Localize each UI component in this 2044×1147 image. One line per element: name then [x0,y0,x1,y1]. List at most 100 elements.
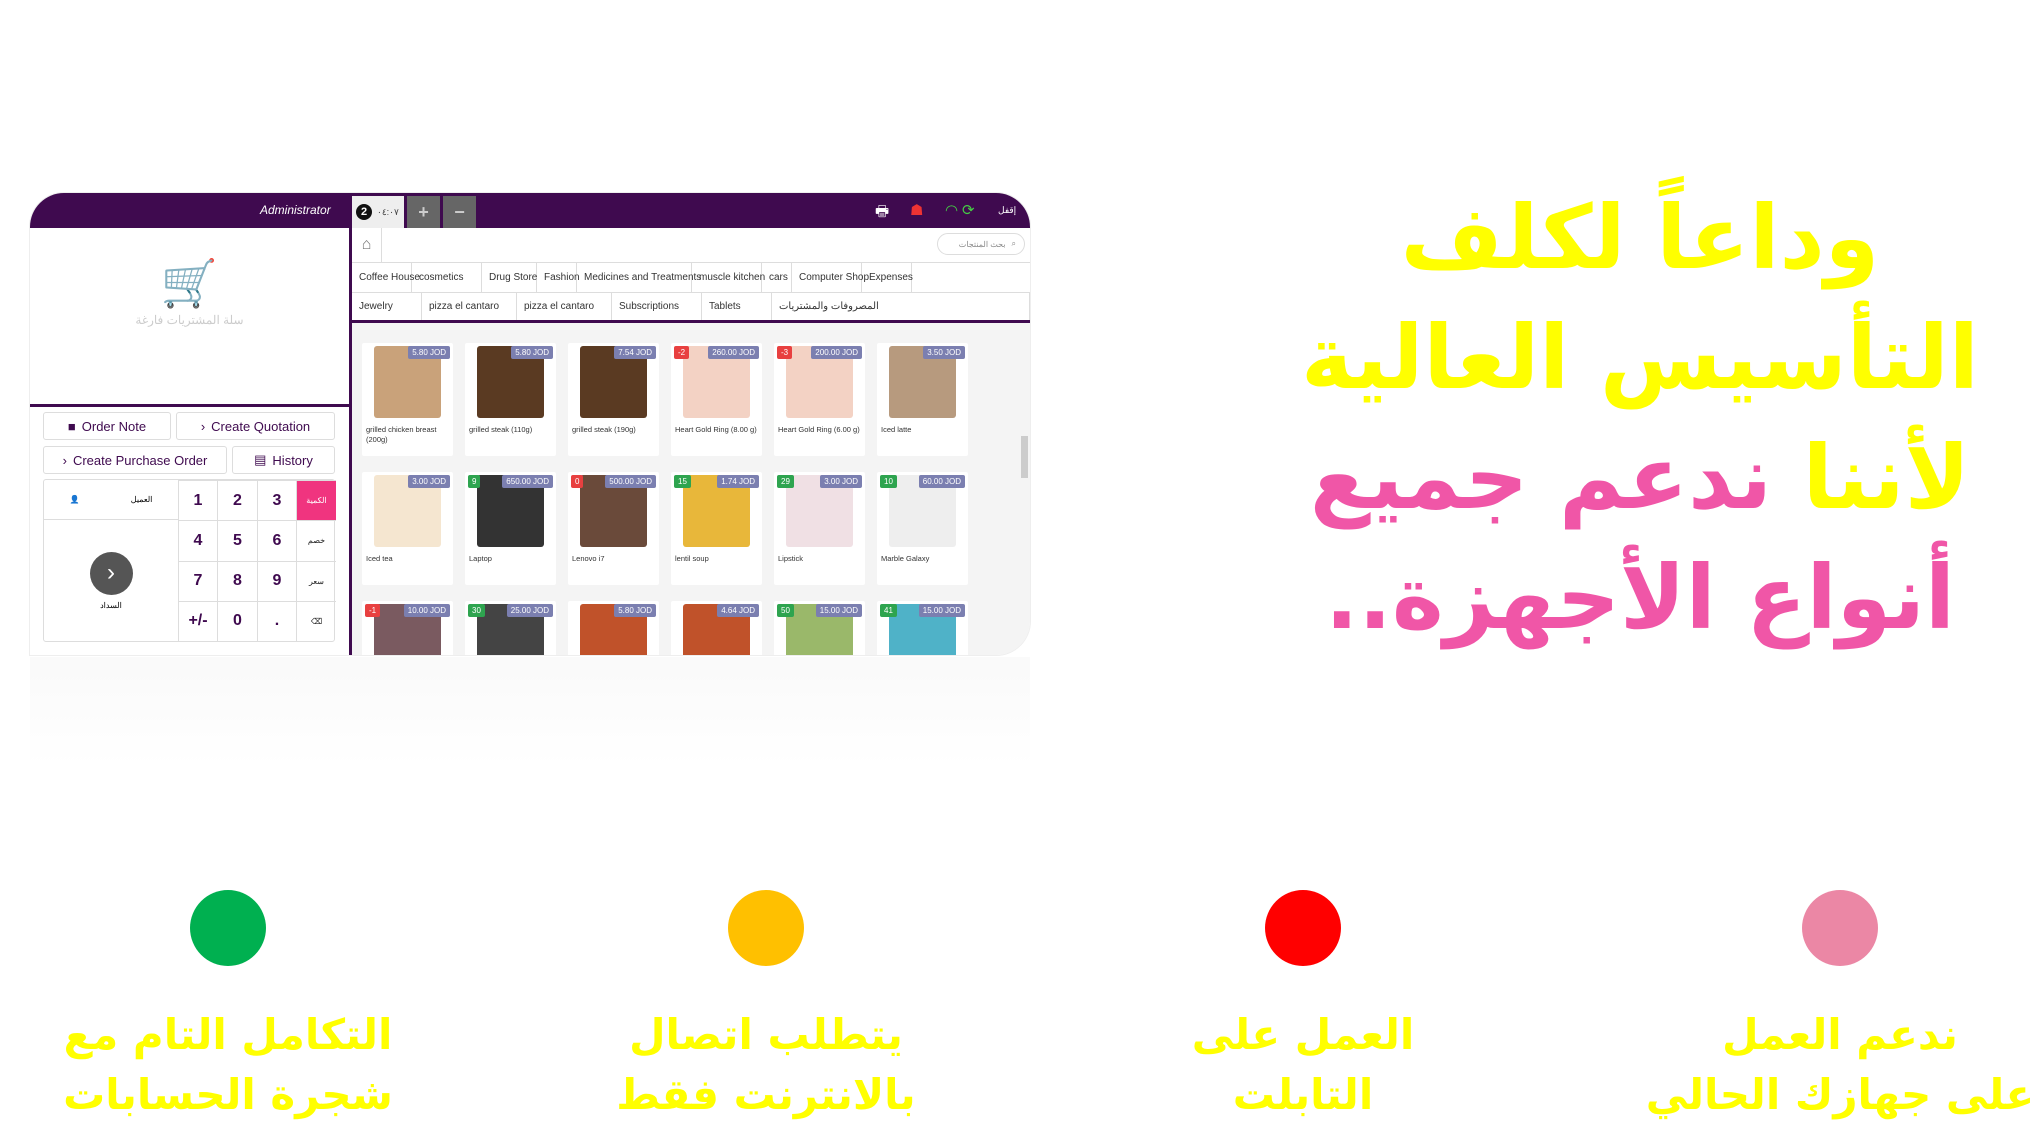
key-2[interactable]: 3 [257,480,296,521]
category-tab[interactable]: المصروفات والمشتريات [772,293,1030,320]
home-icon[interactable]: ⌂ [352,228,382,262]
stock-badge: -2 [674,346,690,359]
price-badge: 500.00 JOD [605,475,656,488]
category-tab[interactable]: pizza el cantaro [422,293,517,320]
stock-badge: -3 [777,346,793,359]
headline-line-4: أنواع الأجهزة.. [1324,546,1956,649]
key-9[interactable]: 8 [217,560,257,601]
product-card[interactable]: 15.00 JOD50Natural and Organic [774,601,865,655]
key-5[interactable]: 5 [217,520,257,561]
key-8[interactable]: 7 [178,560,217,601]
product-card[interactable]: 3.50 JOD Iced latte [877,343,968,456]
price-badge: 5.80 JOD [408,346,450,359]
key-15[interactable]: ⌫ [296,600,336,641]
add-order-button[interactable]: + [407,196,440,228]
category-tab[interactable]: pizza el cantaro [517,293,612,320]
product-card[interactable]: 10.00 JOD-1Mascara [362,601,453,655]
category-tab[interactable]: cars [762,263,792,292]
printer-icon[interactable]: 🖶 [875,201,889,226]
category-tab[interactable]: Coffee House [352,263,420,292]
create-purchase-order-button[interactable]: › Create Purchase Order [43,446,227,474]
key-10[interactable]: 9 [257,560,296,601]
create-quotation-button[interactable]: › Create Quotation [176,412,335,440]
scrollbar-thumb[interactable] [1021,436,1028,478]
feature-text: يتطلب اتصال بالانترنت فقط [506,1005,1026,1125]
key-3[interactable]: الكمية [296,480,336,521]
product-name: Lipstick [778,554,804,563]
product-card[interactable]: 500.00 JOD 0 Lenovo i7 [568,472,659,585]
stock-badge: 30 [468,604,485,617]
product-card[interactable]: 200.00 JOD -3 Heart Gold Ring (6.00 g) [774,343,865,456]
price-badge: 5.80 JOD [511,346,553,359]
product-card[interactable]: 5.80 JOD grilled chicken breast (200g) [362,343,453,456]
product-card[interactable]: 5.80 JOD grilled steak (110g) [465,343,556,456]
search-input[interactable]: ⌕ بحث المنتجات [937,233,1025,255]
headline-line-3-pink: ندعم جميع [1309,426,1772,529]
price-badge: 25.00 JOD [506,604,553,617]
history-icon: ▤ [254,452,267,467]
product-card[interactable]: 4.64 JODmexican chicken (130g) [671,601,762,655]
product-card[interactable]: 1.74 JOD 15 lentil soup [671,472,762,585]
product-name: Iced latte [881,425,912,434]
product-card[interactable]: 3.00 JOD 29 Lipstick [774,472,865,585]
key-11[interactable]: سعر [296,560,336,601]
category-tab[interactable]: cosmetics [412,263,482,292]
product-name: Laptop [469,554,492,563]
headline-line-3-yellow: لأننا [1802,426,1971,529]
sitemap-icon[interactable]: ☗ [910,201,923,219]
key-4[interactable]: 4 [178,520,217,561]
order-tab[interactable]: 2 ٠٤:٠٧ [352,196,404,228]
product-card[interactable]: 3.00 JOD Iced tea [362,472,453,585]
price-badge: 5.80 JOD [614,604,656,617]
stock-badge: 9 [468,475,481,488]
product-name: Heart Gold Ring (6.00 g) [778,425,860,434]
stock-badge: 41 [880,604,897,617]
pos-window: Administrator 2 ٠٤:٠٧ + − 🖶 ☗ ◠ ⟳ إقفل 🛒 س… [30,193,1030,655]
stock-badge: 29 [777,475,794,488]
category-tab[interactable]: Drug Store [482,263,537,292]
price-badge: 260.00 JOD [708,346,759,359]
category-tab[interactable]: muscle kitchen [692,263,765,292]
key-12[interactable]: +/- [178,600,217,641]
category-tab[interactable]: Medicines and Treatments [577,263,701,292]
price-badge: 200.00 JOD [811,346,862,359]
feature-dot [728,890,804,966]
key-0[interactable]: 1 [178,480,217,521]
order-count: 2 [356,204,372,220]
payment-button[interactable]: › السداد [44,520,178,641]
product-card[interactable]: 25.00 JOD30mechanical keyboard [465,601,556,655]
product-card[interactable]: 650.00 JOD 9 Laptop [465,472,556,585]
product-card[interactable]: 7.54 JOD grilled steak (190g) [568,343,659,456]
category-tab[interactable]: Fashion [537,263,580,292]
key-13[interactable]: 0 [217,600,257,641]
category-tab[interactable]: Subscriptions [612,293,702,320]
order-note-button[interactable]: ■ Order Note [43,412,171,440]
numpad: 👤 العميل › السداد 1 2 3 الكمية 4 5 6 خصم 7 8 9 سعر +/-… [43,479,336,642]
price-badge: 1.74 JOD [717,475,759,488]
stock-badge: 10 [880,475,897,488]
category-tab[interactable]: Jewelry [352,293,422,320]
product-card[interactable]: 60.00 JOD 10 Marble Galaxy [877,472,968,585]
chevron-right-icon: › [89,551,133,595]
key-14[interactable]: . [257,600,296,641]
chevron-right-icon: › [62,452,67,468]
stock-badge: 0 [571,475,584,488]
remove-order-button[interactable]: − [443,196,476,228]
key-6[interactable]: 6 [257,520,296,561]
product-card[interactable]: 260.00 JOD -2 Heart Gold Ring (8.00 g) [671,343,762,456]
feature-line-2: على جهازك الحالي [1645,1070,2035,1119]
scrollbar[interactable] [1021,326,1028,655]
category-tab[interactable]: Expenses [862,263,913,292]
price-badge: 7.54 JOD [614,346,656,359]
user-name: Administrator [260,203,331,217]
history-button[interactable]: ▤ History [232,446,335,474]
category-tab[interactable]: Tablets [702,293,772,320]
key-7[interactable]: خصم [296,520,336,561]
customer-button[interactable]: 👤 العميل [44,480,178,521]
close-button[interactable]: إقفل [998,205,1016,216]
category-tab[interactable]: Computer Shop [792,263,869,292]
product-card[interactable]: 15.00 JOD41Personal Care [877,601,968,655]
key-1[interactable]: 2 [217,480,257,521]
sync-icon[interactable]: ⟳ [962,201,975,219]
product-card[interactable]: 5.80 JODmexican chicken (200g) [568,601,659,655]
